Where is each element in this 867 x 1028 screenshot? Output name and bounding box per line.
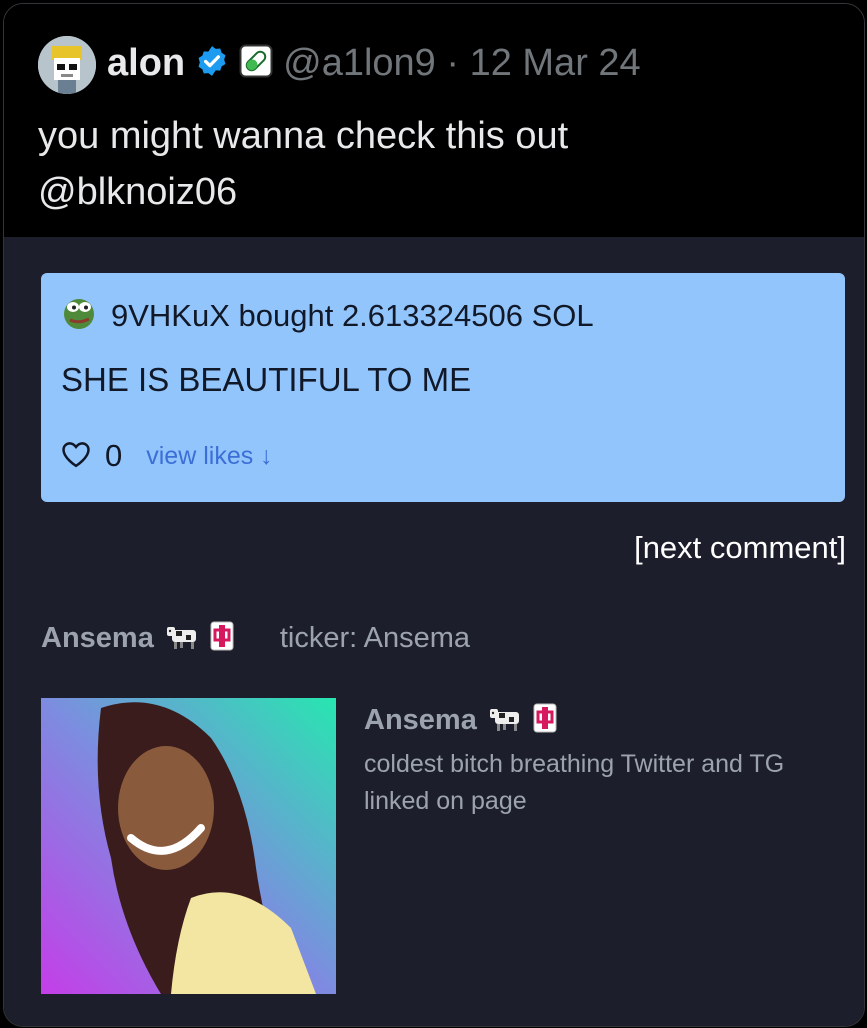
cow-emoji-icon (477, 704, 525, 737)
handle-and-date[interactable]: @a1lon9 · 12 Mar 24 (283, 42, 641, 85)
token-profile: Ansema coldest bitch breathing Twitter a… (364, 703, 844, 820)
cow-emoji-icon (154, 622, 202, 655)
embedded-screenshot: 9VHKuX bought 2.613324506 SOL SHE IS BEA… (4, 237, 864, 1026)
profile-name[interactable]: Ansema (364, 704, 477, 737)
token-row: Ansema ticker: Ansema (41, 621, 470, 656)
pepe-avatar (61, 295, 97, 336)
comment-header: 9VHKuX bought 2.613324506 SOL (61, 295, 594, 336)
mahjong-tile-icon (525, 703, 557, 738)
token-name[interactable]: Ansema (41, 622, 154, 655)
heart-icon[interactable] (61, 440, 91, 473)
author-row: alon @a1lon9 · 12 Mar 24 (107, 40, 641, 86)
view-likes-link[interactable]: view likes ↓ (146, 442, 272, 471)
ticker-label: ticker: Ansema (279, 622, 471, 654)
next-comment-link[interactable]: [next comment] (634, 530, 846, 566)
verified-badge-icon (195, 44, 229, 83)
tweet-mention[interactable]: @blknoiz06 (38, 164, 838, 220)
avatar[interactable] (38, 36, 96, 94)
comment-box: 9VHKuX bought 2.613324506 SOL SHE IS BEA… (41, 273, 845, 502)
like-count: 0 (105, 438, 123, 473)
tweet-text: you might wanna check this out @blknoiz0… (38, 108, 838, 220)
buyer-line: 9VHKuX bought 2.613324506 SOL (111, 297, 594, 333)
author-name[interactable]: alon (107, 42, 185, 85)
token-image[interactable] (41, 698, 336, 994)
comment-text: SHE IS BEAUTIFUL TO ME (61, 361, 472, 398)
mahjong-tile-icon (202, 621, 234, 656)
profile-description: coldest bitch breathing Twitter and TG l… (364, 750, 785, 815)
likes-row: 0 view likes ↓ (61, 438, 273, 474)
profile-name-row: Ansema (364, 703, 844, 738)
tweet-text-line: you might wanna check this out (38, 115, 569, 157)
pill-icon (239, 44, 273, 83)
tweet-header: alon @a1lon9 · 12 Mar 24 you might wanna… (4, 4, 864, 237)
tweet-card: alon @a1lon9 · 12 Mar 24 you might wanna… (3, 3, 865, 1027)
